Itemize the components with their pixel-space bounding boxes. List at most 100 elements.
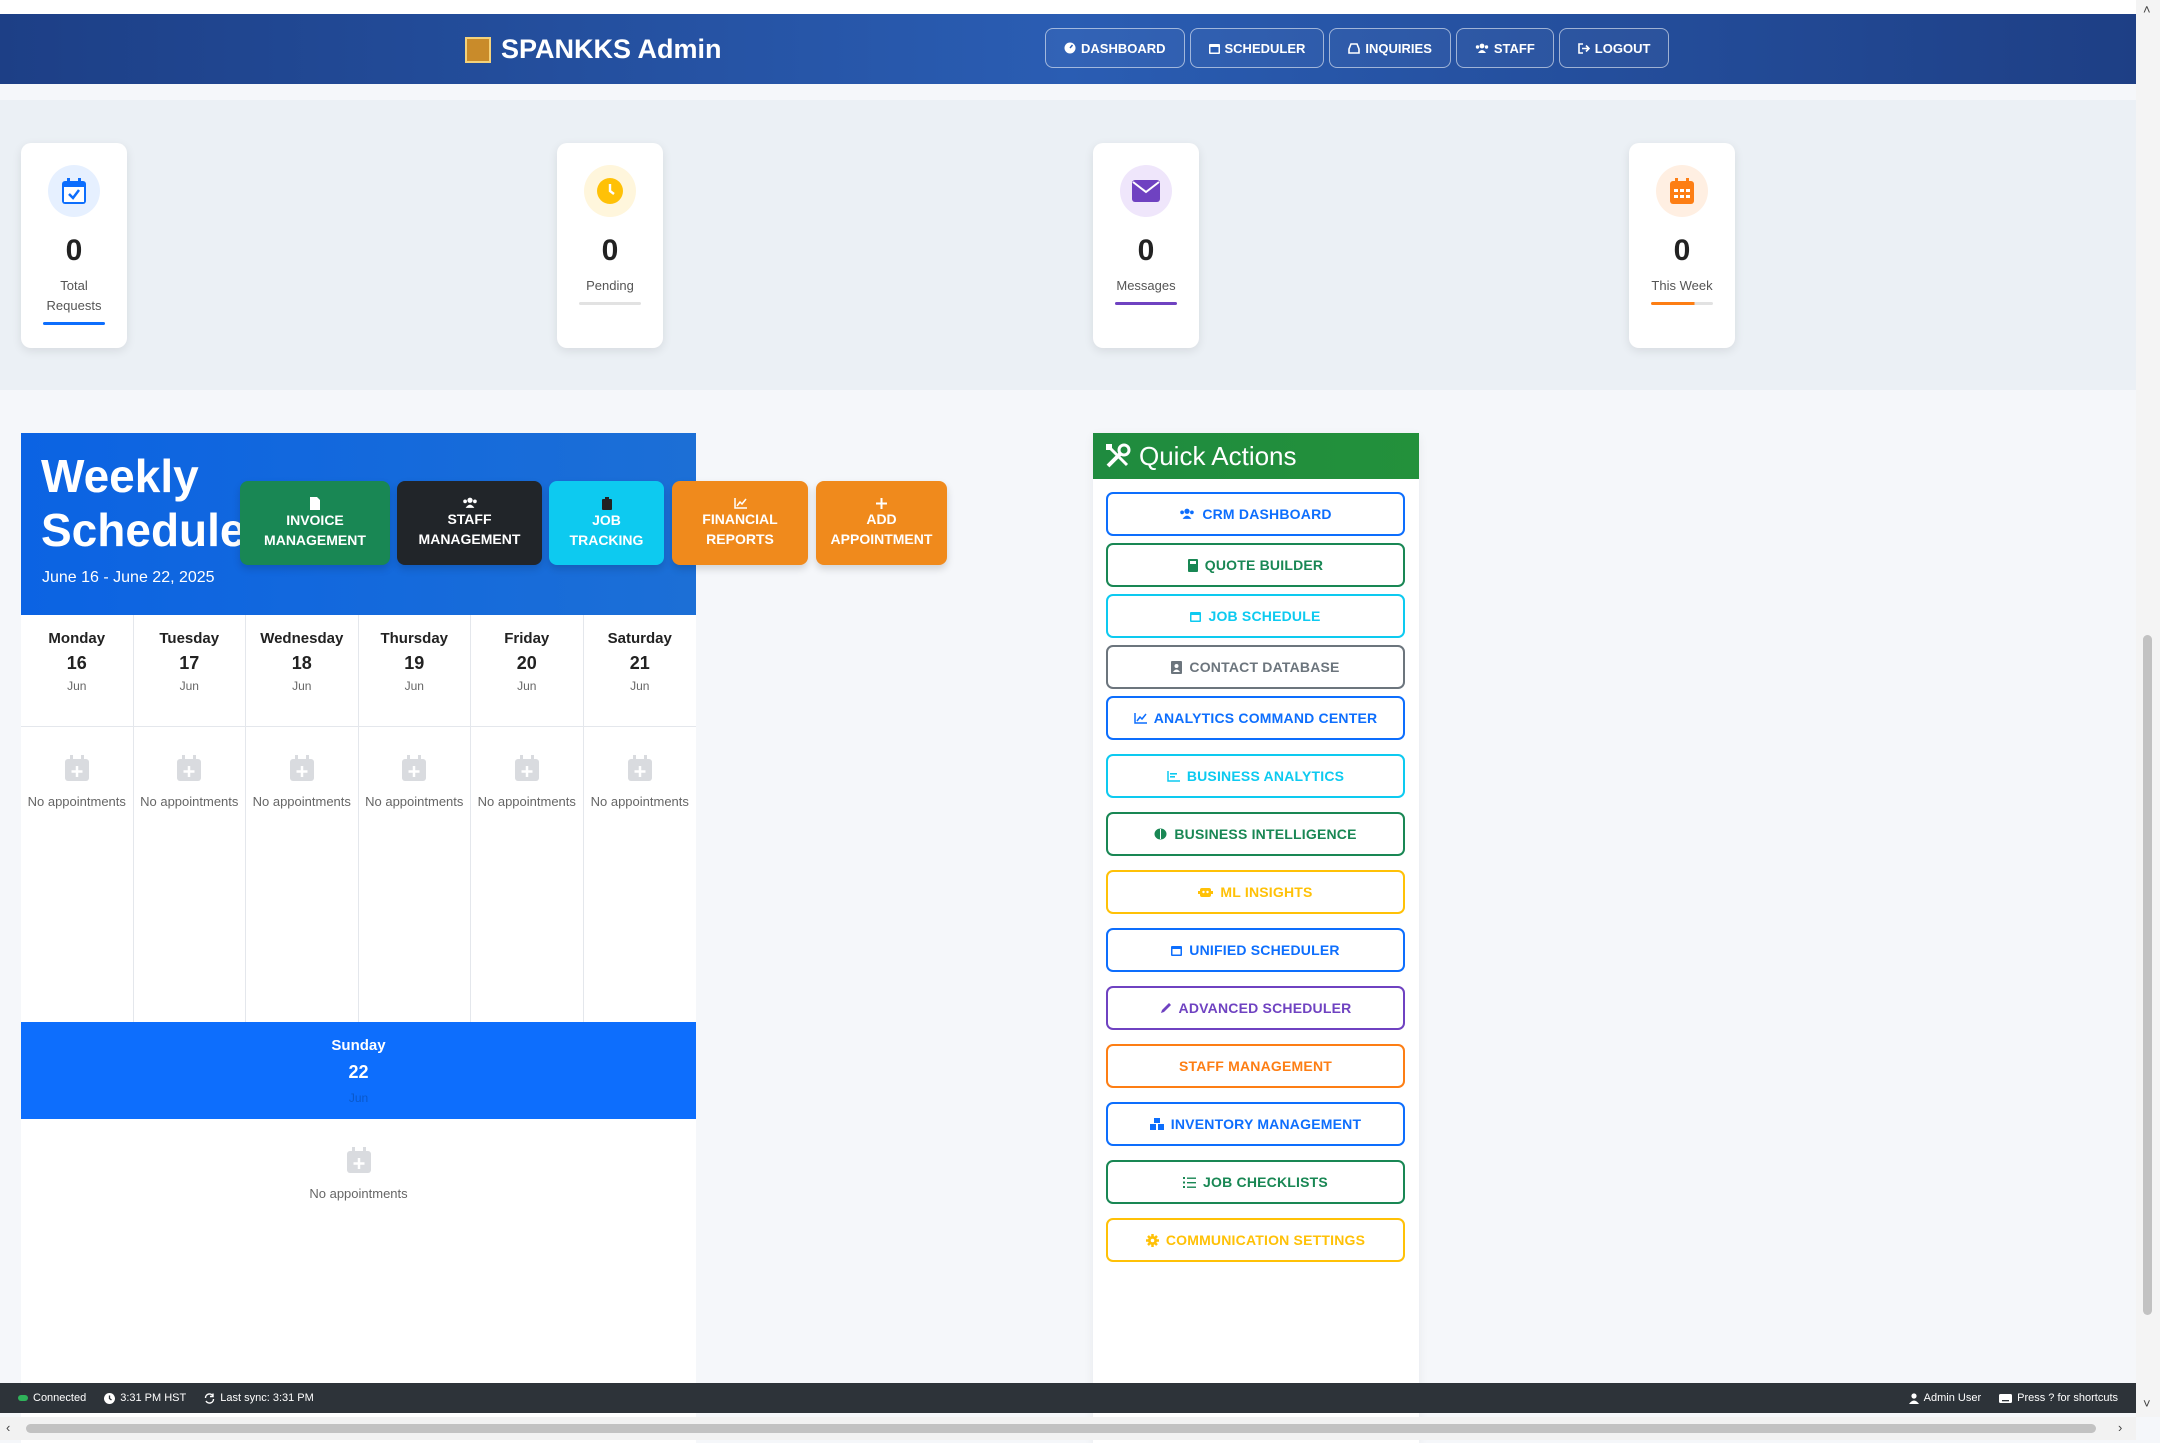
unified-scheduler-button[interactable]: UNIFIED SCHEDULER xyxy=(1106,928,1405,972)
stat-icon-circle xyxy=(584,165,636,217)
shortcuts-hint[interactable]: Press ? for shortcuts xyxy=(1999,1392,2118,1404)
communication-settings-button[interactable]: COMMUNICATION SETTINGS xyxy=(1106,1218,1405,1262)
chart-line-icon xyxy=(1133,712,1147,724)
scroll-down-icon[interactable]: ˅ xyxy=(2143,1396,2151,1411)
day-header: Monday 16 Jun xyxy=(21,630,133,727)
no-appointments-text: No appointments xyxy=(140,794,239,809)
crm-dashboard-button[interactable]: CRM DASHBOARD xyxy=(1106,492,1405,536)
calendar-icon xyxy=(1171,944,1183,956)
stat-card-this-week[interactable]: 0 This Week xyxy=(1629,143,1735,348)
stat-value: 0 xyxy=(1673,234,1691,267)
stat-value: 0 xyxy=(65,234,83,267)
day-column-thursday[interactable]: Thursday 19 Jun No appointments xyxy=(358,615,471,1022)
brand[interactable]: SPANKKS Admin xyxy=(465,34,722,65)
users-icon xyxy=(1475,43,1489,54)
nav-inquiries-button[interactable]: INQUIRIES xyxy=(1329,28,1451,68)
weekly-schedule-title: Weekly Schedule xyxy=(41,450,246,556)
add-appointment-button[interactable]: ADD APPOINTMENT xyxy=(816,481,947,565)
staff-management-quick-button[interactable]: STAFF MANAGEMENT xyxy=(1106,1044,1405,1088)
gear-icon xyxy=(1145,1233,1159,1247)
inventory-management-label: INVENTORY MANAGEMENT xyxy=(1170,1116,1362,1132)
analytics-command-center-button[interactable]: ANALYTICS COMMAND CENTER xyxy=(1106,696,1405,740)
day-header-sunday[interactable]: Sunday 22 Jun xyxy=(21,1022,696,1119)
ml-insights-button[interactable]: ML INSIGHTS xyxy=(1106,870,1405,914)
quote-builder-button[interactable]: QUOTE BUILDER xyxy=(1106,543,1405,587)
day-column-monday[interactable]: Monday 16 Jun No appointments xyxy=(21,615,134,1022)
calendar-plus-icon xyxy=(627,755,652,781)
stat-card-total-requests[interactable]: 0 Total Requests xyxy=(21,143,127,348)
day-column-saturday[interactable]: Saturday 21 Jun No appointments xyxy=(583,615,696,1022)
unified-scheduler-label: UNIFIED SCHEDULER xyxy=(1189,942,1340,958)
nav-staff-button[interactable]: STAFF xyxy=(1455,28,1554,68)
day-column-wednesday[interactable]: Wednesday 18 Jun No appointments xyxy=(246,615,359,1022)
financial-reports-button[interactable]: FINANCIAL REPORTS xyxy=(672,481,808,565)
day-name: Tuesday xyxy=(159,630,220,647)
vertical-scroll-thumb[interactable] xyxy=(2143,635,2152,1315)
nav-inquiries-label: INQUIRIES xyxy=(1365,40,1432,56)
day-header: Tuesday 17 Jun xyxy=(133,630,245,727)
quick-actions-title: Quick Actions xyxy=(1139,440,1297,471)
scroll-left-icon[interactable]: ‹ xyxy=(6,1420,10,1435)
stat-card-pending[interactable]: 0 Pending xyxy=(557,143,663,348)
stat-underline xyxy=(1651,302,1713,305)
day-column-tuesday[interactable]: Tuesday 17 Jun No appointments xyxy=(133,615,246,1022)
stat-label: Pending xyxy=(586,278,634,293)
brand-logo xyxy=(465,36,491,63)
invoice-management-button[interactable]: INVOICE MANAGEMENT xyxy=(240,481,390,565)
no-appointments-text: No appointments xyxy=(252,794,351,809)
analytics-command-center-label: ANALYTICS COMMAND CENTER xyxy=(1153,710,1378,726)
calendar-plus-icon xyxy=(402,755,427,781)
day-column-friday[interactable]: Friday 20 Jun No appointments xyxy=(471,615,584,1022)
nav-dashboard-button[interactable]: DASHBOARD xyxy=(1045,28,1185,68)
nav-scheduler-button[interactable]: SCHEDULER xyxy=(1189,28,1325,68)
calendar-plus-icon xyxy=(346,1147,371,1173)
nav-logout-button[interactable]: LOGOUT xyxy=(1558,28,1670,68)
scroll-right-icon[interactable]: › xyxy=(2118,1420,2122,1435)
stat-value: 0 xyxy=(1137,234,1155,267)
business-intelligence-button[interactable]: BUSINESS INTELLIGENCE xyxy=(1106,812,1405,856)
user-status[interactable]: Admin User xyxy=(1908,1392,1981,1404)
stat-underline xyxy=(43,322,105,325)
day-month: Jun xyxy=(517,679,537,693)
tools-icon xyxy=(1105,443,1131,469)
vertical-scrollbar[interactable]: ˄ ˅ xyxy=(2136,0,2160,1417)
business-analytics-button[interactable]: BUSINESS ANALYTICS xyxy=(1106,754,1405,798)
staff-management-button[interactable]: STAFF MANAGEMENT xyxy=(397,481,542,565)
day-number: 20 xyxy=(516,653,537,673)
nav-buttons: DASHBOARD SCHEDULER INQUIRIES STAFF LOGO… xyxy=(1045,28,1670,68)
clock-icon xyxy=(597,178,623,204)
brain-icon xyxy=(1154,828,1167,840)
stat-card-messages[interactable]: 0 Messages xyxy=(1093,143,1199,348)
day-name: Wednesday xyxy=(260,630,344,647)
chart-bar-icon xyxy=(1167,770,1180,782)
keyboard-icon xyxy=(1999,1393,2013,1403)
robot-icon xyxy=(1198,886,1214,898)
horizontal-scroll-thumb[interactable] xyxy=(26,1424,2096,1433)
inbox-icon xyxy=(1348,42,1361,54)
address-book-icon xyxy=(1171,660,1183,674)
job-tracking-label: JOB TRACKING xyxy=(569,511,644,548)
inventory-management-button[interactable]: INVENTORY MANAGEMENT xyxy=(1106,1102,1405,1146)
advanced-scheduler-button[interactable]: ADVANCED SCHEDULER xyxy=(1106,986,1405,1030)
no-appointments-text: No appointments xyxy=(365,794,464,809)
invoice-management-label: INVOICE MANAGEMENT xyxy=(264,511,366,548)
staff-management-label: STAFF MANAGEMENT xyxy=(418,511,521,547)
no-appointments-text: No appointments xyxy=(477,794,576,809)
day-header: Friday 20 Jun xyxy=(471,630,583,727)
horizontal-scrollbar[interactable]: ‹ › xyxy=(0,1417,2136,1440)
chart-line-icon xyxy=(733,497,747,509)
pencil-icon xyxy=(1160,1002,1172,1014)
day-number: 17 xyxy=(179,653,200,673)
job-schedule-button[interactable]: JOB SCHEDULE xyxy=(1106,594,1405,638)
staff-management-quick-label: STAFF MANAGEMENT xyxy=(1178,1058,1333,1074)
day-month: Jun xyxy=(292,679,312,693)
business-intelligence-label: BUSINESS INTELLIGENCE xyxy=(1174,826,1357,842)
quick-actions-header: Quick Actions xyxy=(1093,433,1419,479)
stat-icon-circle xyxy=(48,165,100,217)
job-tracking-button[interactable]: JOB TRACKING xyxy=(549,481,664,565)
contact-database-button[interactable]: CONTACT DATABASE xyxy=(1106,645,1405,689)
job-checklists-button[interactable]: JOB CHECKLISTS xyxy=(1106,1160,1405,1204)
status-bar: Connected 3:31 PM HST Last sync: 3:31 PM… xyxy=(0,1383,2136,1413)
stat-icon-circle xyxy=(1656,165,1708,217)
scroll-up-icon[interactable]: ˄ xyxy=(2143,2,2151,17)
